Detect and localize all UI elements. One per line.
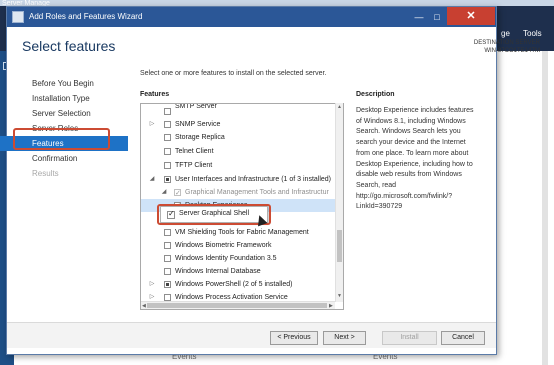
feature-checkbox[interactable] (164, 162, 171, 169)
scroll-left-icon[interactable]: ◀ (142, 303, 146, 309)
previous-button[interactable]: < Previous (270, 331, 318, 345)
horizontal-scroll-thumb[interactable] (147, 303, 327, 308)
feature-row[interactable]: ◢ Graphical Management Tools and Infrast… (141, 186, 337, 200)
feature-label: SNMP Service (175, 121, 221, 128)
feature-checkbox[interactable] (164, 176, 171, 183)
feature-label: TFTP Client (175, 162, 213, 169)
close-button[interactable]: ✕ (447, 7, 495, 25)
feature-checkbox[interactable] (164, 134, 171, 141)
feature-label: User Interfaces and Infrastructure (1 of… (175, 176, 332, 183)
vertical-scroll-thumb[interactable] (337, 230, 342, 262)
nav-item-confirmation[interactable]: Confirmation (0, 151, 128, 166)
feature-checkbox[interactable] (164, 268, 171, 275)
feature-row[interactable]: Windows Biometric Framework (141, 239, 337, 252)
features-horizontal-scrollbar[interactable]: ◀ ▶ (141, 301, 335, 309)
tools-menu[interactable]: Tools (523, 29, 542, 38)
feature-label: Graphical Management Tools and Infrastru… (185, 189, 329, 196)
feature-row[interactable]: ▷ SNMP Service (141, 118, 337, 131)
collapse-arrow-icon[interactable]: ◢ (148, 173, 156, 186)
server-manager-scrollbar[interactable] (542, 51, 548, 365)
feature-checkbox[interactable] (164, 148, 171, 155)
wizard-title-bar: Add Roles and Features Wizard — □ ✕ (7, 7, 496, 27)
expand-arrow-icon[interactable]: ▷ (148, 278, 156, 291)
description-heading: Description (356, 91, 395, 98)
feature-row[interactable]: ▷ Windows PowerShell (2 of 5 installed) (141, 278, 337, 291)
feature-row[interactable]: Storage Replica (141, 131, 337, 144)
feature-label: Windows Internal Database (175, 268, 261, 275)
feature-checkbox[interactable] (164, 294, 171, 301)
feature-checkbox[interactable] (164, 242, 171, 249)
feature-row[interactable]: VM Shielding Tools for Fabric Management (141, 226, 337, 239)
feature-label: Storage Replica (175, 134, 225, 141)
server-graphical-shell-highlight-box (157, 204, 271, 225)
feature-label: Windows PowerShell (2 of 5 installed) (175, 281, 293, 288)
feature-checkbox[interactable] (164, 229, 171, 236)
feature-row[interactable]: SMTP Server (141, 103, 337, 118)
page-title: Select features (22, 38, 116, 54)
nav-item-before-you-begin[interactable]: Before You Begin (0, 76, 128, 91)
collapse-arrow-icon[interactable]: ◢ (160, 186, 168, 199)
next-button[interactable]: Next > (323, 331, 366, 345)
feature-label: VM Shielding Tools for Fabric Management (175, 229, 309, 236)
feature-checkbox[interactable] (164, 108, 171, 115)
install-button: Install (382, 331, 437, 345)
minimize-icon[interactable]: — (413, 11, 425, 23)
feature-checkbox[interactable] (174, 187, 181, 200)
nav-item-installation-type[interactable]: Installation Type (0, 91, 128, 106)
maximize-icon[interactable]: □ (431, 11, 443, 23)
wizard-title: Add Roles and Features Wizard (29, 12, 143, 21)
feature-checkbox[interactable] (164, 121, 171, 128)
destination-server-label: DESTINATION SERVER (473, 40, 540, 46)
feature-checkbox[interactable] (164, 281, 171, 288)
feature-row[interactable]: Telnet Client (141, 145, 337, 158)
destination-server-value: WIN-87CO1TE14TM (484, 48, 540, 54)
nav-item-server-selection[interactable]: Server Selection (0, 106, 128, 121)
expand-arrow-icon[interactable]: ▷ (148, 118, 156, 131)
description-text: Desktop Experience includes features of … (356, 107, 474, 211)
feature-label: Windows Identity Foundation 3.5 (175, 255, 277, 262)
feature-label: Telnet Client (175, 148, 214, 155)
features-highlight-box (13, 128, 110, 150)
features-heading: Features (140, 91, 170, 98)
feature-row[interactable]: ◢ User Interfaces and Infrastructure (1 … (141, 173, 337, 186)
feature-label: SMTP Server (175, 103, 217, 110)
feature-checkbox[interactable] (164, 255, 171, 262)
feature-row[interactable]: Windows Internal Database (141, 265, 337, 278)
feature-label: Windows Biometric Framework (175, 242, 272, 249)
scroll-up-icon[interactable]: ▲ (337, 104, 342, 110)
cancel-button[interactable]: Cancel (441, 331, 485, 345)
feature-row[interactable]: TFTP Client (141, 159, 337, 172)
features-vertical-scrollbar[interactable]: ▲ ▼ (335, 103, 343, 302)
intro-text: Select one or more features to install o… (140, 70, 327, 77)
wizard-app-icon (12, 11, 24, 23)
manage-menu-partial[interactable]: ge (501, 29, 510, 38)
feature-row[interactable]: Windows Identity Foundation 3.5 (141, 252, 337, 265)
scroll-right-icon[interactable]: ▶ (329, 303, 333, 309)
scroll-down-icon[interactable]: ▼ (337, 293, 342, 299)
nav-item-results: Results (32, 169, 59, 178)
